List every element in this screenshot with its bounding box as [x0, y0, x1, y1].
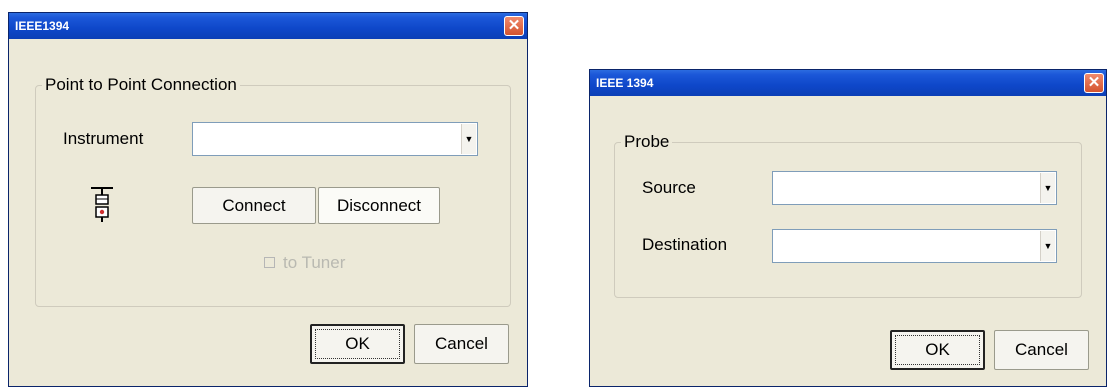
close-icon: ✕: [507, 17, 521, 34]
ieee1394-probe-dialog: IEEE 1394 ✕ Probe Source ▼ Destination ▼…: [589, 69, 1107, 387]
close-button[interactable]: ✕: [504, 16, 524, 36]
focus-ring: [895, 335, 980, 365]
cancel-button-label: Cancel: [435, 334, 488, 353]
to-tuner-checkbox[interactable]: [264, 257, 275, 268]
destination-dropdown[interactable]: ▼: [772, 229, 1057, 263]
instrument-dropdown[interactable]: ▼: [192, 122, 478, 156]
instrument-label: Instrument: [63, 129, 144, 148]
ieee1394-connection-dialog: IEEE1394 ✕ Point to Point Connection Ins…: [8, 12, 528, 387]
dialog-titlebar[interactable]: IEEE1394: [9, 13, 527, 39]
chevron-down-icon[interactable]: ▼: [1040, 173, 1055, 203]
source-label: Source: [642, 178, 696, 197]
disconnect-button-label: Disconnect: [336, 196, 422, 215]
group-label: Point to Point Connection: [45, 75, 237, 94]
dialog-title: IEEE1394: [15, 19, 70, 33]
cancel-button[interactable]: Cancel: [414, 324, 509, 364]
ok-button[interactable]: OK: [310, 324, 405, 364]
connection-icon: [91, 187, 113, 222]
destination-label: Destination: [642, 235, 728, 254]
dialog-titlebar[interactable]: IEEE 1394: [590, 70, 1106, 96]
group-label: Probe: [624, 132, 670, 151]
cancel-button-label: Cancel: [1015, 340, 1068, 359]
connect-button[interactable]: Connect: [192, 187, 316, 224]
probe-group: Probe: [614, 132, 1082, 298]
close-icon: ✕: [1087, 74, 1101, 91]
close-button[interactable]: ✕: [1084, 73, 1104, 93]
connect-button-label: Connect: [222, 196, 286, 215]
focus-ring: [315, 329, 400, 359]
disconnect-button[interactable]: Disconnect: [318, 187, 440, 224]
dialog-title: IEEE 1394: [596, 76, 654, 90]
source-dropdown[interactable]: ▼: [772, 171, 1057, 205]
cancel-button[interactable]: Cancel: [994, 330, 1089, 370]
ok-button[interactable]: OK: [890, 330, 985, 370]
chevron-down-icon[interactable]: ▼: [1040, 231, 1055, 261]
chevron-down-icon[interactable]: ▼: [461, 124, 476, 154]
to-tuner-label: to Tuner: [283, 253, 346, 272]
